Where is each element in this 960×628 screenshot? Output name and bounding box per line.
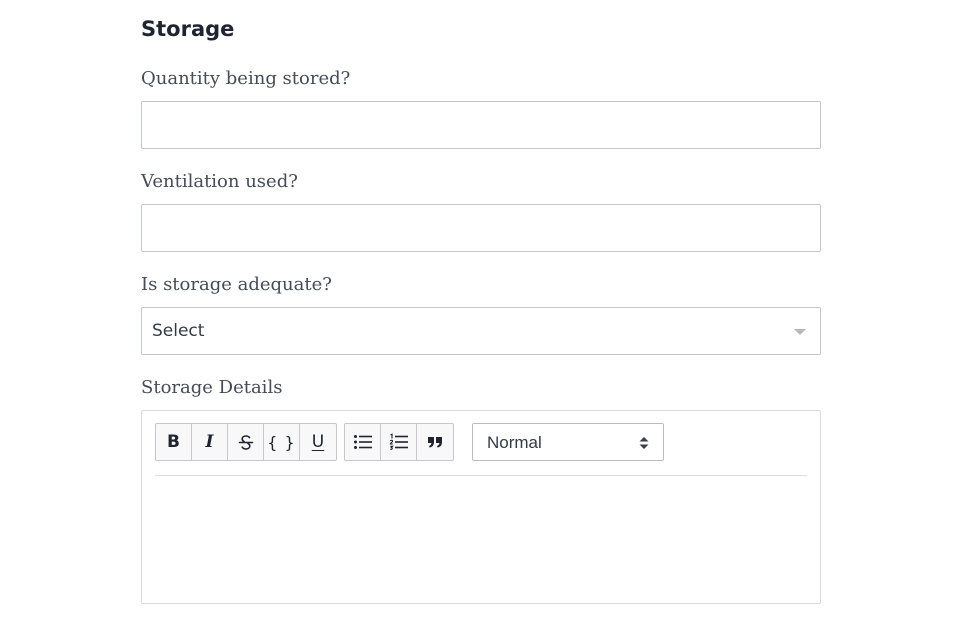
adequate-select-value: Select [152, 321, 205, 341]
quantity-input[interactable] [141, 101, 821, 149]
adequate-label: Is storage adequate? [141, 274, 332, 295]
underline-button[interactable]: U [300, 424, 336, 460]
storage-details-editor: B I { } U Normal [141, 410, 821, 604]
heading-select-value: Normal [487, 433, 542, 452]
strikethrough-button[interactable] [228, 424, 264, 460]
italic-icon: I [205, 432, 214, 452]
bold-icon: B [167, 432, 180, 452]
ventilation-input[interactable] [141, 204, 821, 252]
bullet-list-icon [353, 435, 372, 449]
format-button-group: B I { } U [155, 423, 337, 461]
heading-select[interactable]: Normal [472, 423, 664, 461]
code-button[interactable]: { } [264, 424, 300, 460]
bold-button[interactable]: B [156, 424, 192, 460]
quantity-label: Quantity being stored? [141, 68, 351, 89]
up-down-arrows-icon [639, 437, 649, 449]
editor-toolbar: B I { } U Normal [155, 423, 807, 476]
details-label: Storage Details [141, 377, 283, 398]
underline-icon: U [311, 432, 325, 452]
italic-button[interactable]: I [192, 424, 228, 460]
section-title: Storage [141, 17, 235, 41]
blockquote-button[interactable] [417, 424, 453, 460]
strikethrough-icon [238, 435, 253, 450]
ordered-list-button[interactable] [381, 424, 417, 460]
bullet-list-button[interactable] [345, 424, 381, 460]
ventilation-label: Ventilation used? [141, 171, 298, 192]
block-button-group [344, 423, 454, 461]
editor-content-area[interactable] [155, 477, 807, 597]
code-icon: { } [267, 432, 296, 452]
blockquote-icon [428, 437, 442, 448]
caret-down-icon [794, 329, 806, 335]
ordered-list-icon [389, 433, 408, 450]
adequate-select[interactable]: Select [141, 307, 821, 355]
